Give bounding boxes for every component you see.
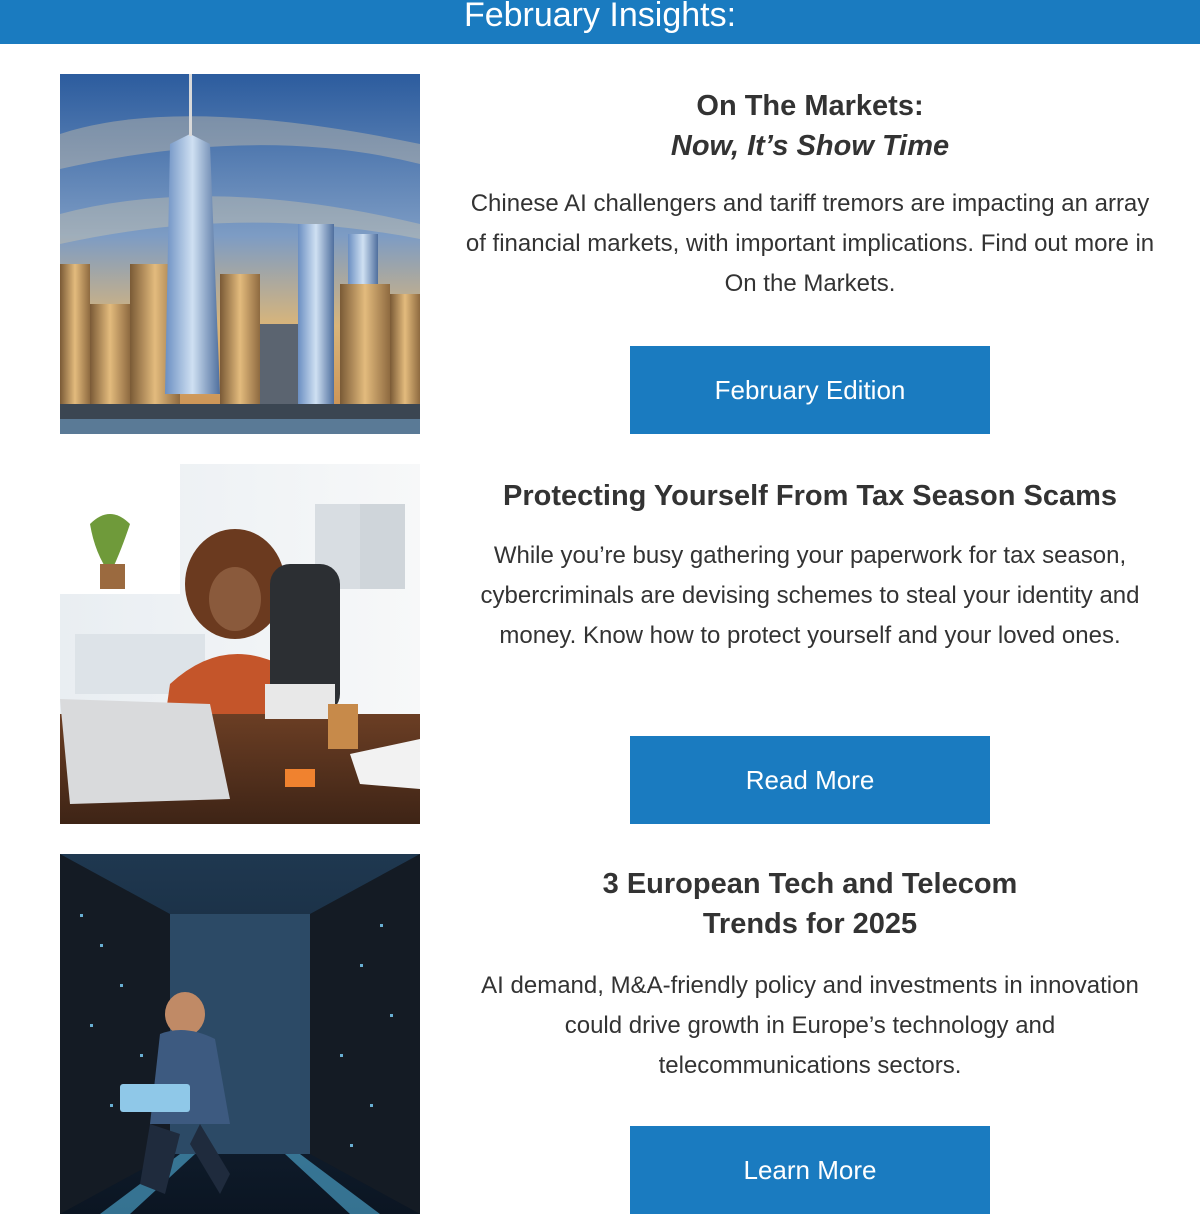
article-title: Protecting Yourself From Tax Season Scam… [502, 480, 1118, 512]
data-center-image[interactable] [60, 854, 420, 1214]
article-card-markets: On The Markets: Now, It’s Show Time Chin… [60, 74, 1154, 434]
woman-at-laptop-image[interactable] [60, 464, 420, 824]
article-summary: While you’re busy gathering your paperwo… [480, 542, 1140, 649]
article-summary: Chinese AI challengers and tariff tremor… [465, 190, 1155, 297]
learn-more-button[interactable]: Learn More [630, 1126, 990, 1214]
article-card-tech-trends: 3 European Tech and Telecom Trends for 2… [60, 854, 1150, 1214]
article-summary: AI demand, M&A-friendly policy and inves… [481, 972, 1139, 1079]
article-card-tax-scams: Protecting Yourself From Tax Season Scam… [60, 464, 1150, 824]
article-title-main: 3 European Tech and Telecom [602, 868, 1018, 900]
february-edition-button[interactable]: February Edition [630, 346, 990, 434]
article-content: 3 European Tech and Telecom Trends for 2… [470, 854, 1150, 1214]
article-content: Protecting Yourself From Tax Season Scam… [470, 464, 1150, 824]
article-title: On The Markets: Now, It’s Show Time [470, 86, 1150, 166]
article-title: 3 European Tech and Telecom Trends for 2… [470, 864, 1150, 944]
header-title: February Insights: [463, 0, 737, 34]
article-title-main: On The Markets: [696, 90, 924, 122]
newsletter-header: February Insights: [0, 0, 1200, 44]
city-skyline-image[interactable] [60, 74, 420, 434]
read-more-button[interactable]: Read More [630, 736, 990, 824]
article-content: On The Markets: Now, It’s Show Time Chin… [466, 74, 1154, 434]
article-subtitle: Trends for 2025 [702, 908, 918, 940]
article-subtitle: Now, It’s Show Time [670, 130, 950, 162]
